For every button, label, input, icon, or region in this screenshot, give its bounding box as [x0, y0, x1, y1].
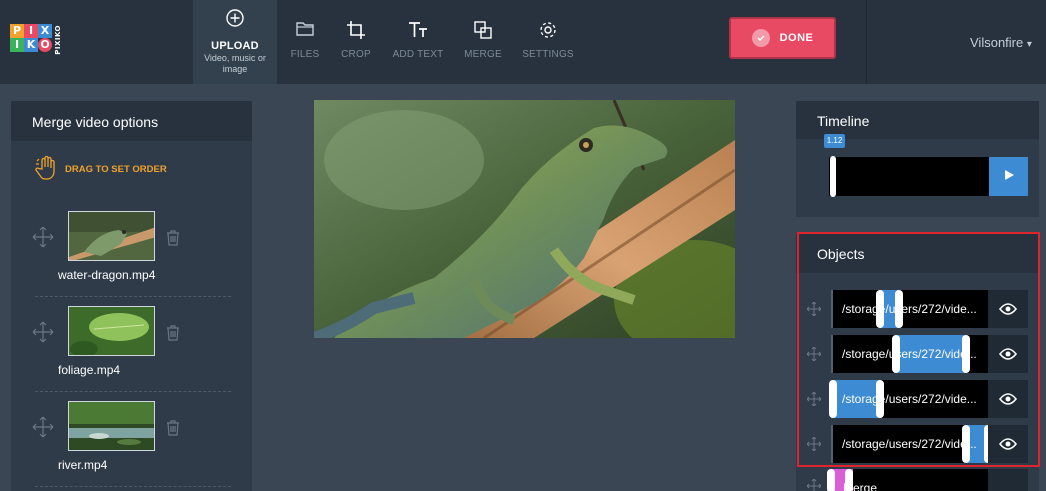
crop-icon — [346, 20, 366, 44]
done-label: DONE — [779, 32, 814, 44]
object-row[interactable]: /storage/users/272/vide... — [796, 380, 1039, 418]
tool-merge[interactable]: MERGE — [459, 0, 507, 84]
move-handle-icon[interactable] — [806, 301, 822, 321]
objects-panel: Objects /storage/users/272/vide... /stor… — [796, 234, 1039, 491]
logo-wordmark: PIXIKO — [54, 25, 62, 55]
play-icon — [1003, 168, 1015, 186]
plus-circle-icon — [225, 8, 245, 32]
file-name: foliage.mp4 — [58, 363, 121, 377]
object-path: /storage/users/272/vide... — [842, 347, 977, 361]
list-item[interactable]: foliage.mp4 — [11, 306, 252, 401]
tool-label: ADD TEXT — [392, 49, 444, 60]
check-icon — [751, 29, 770, 47]
merge-icon — [473, 20, 493, 44]
text-icon — [407, 20, 429, 44]
tool-sublabel: Video, music or image — [204, 53, 266, 74]
divider — [35, 296, 231, 297]
move-handle-icon[interactable] — [806, 478, 822, 491]
folder-icon — [295, 20, 315, 44]
move-handle-icon[interactable] — [32, 416, 54, 443]
tool-add-text[interactable]: ADD TEXT — [388, 0, 448, 84]
pixiko-logo[interactable]: P I X I K O PIXIKO — [10, 24, 66, 60]
tool-upload[interactable]: UPLOAD Video, music or image — [193, 0, 277, 84]
move-handle-icon[interactable] — [806, 346, 822, 366]
move-handle-icon[interactable] — [806, 391, 822, 411]
timeline-panel: Timeline 1.12 — [796, 101, 1039, 217]
move-handle-icon[interactable] — [32, 321, 54, 348]
divider — [35, 391, 231, 392]
hand-drag-icon — [35, 155, 59, 184]
eye-icon[interactable] — [988, 290, 1028, 328]
merge-options-panel: Merge video options DRAG TO SET ORDER wa… — [11, 101, 252, 491]
video-thumbnail — [68, 211, 155, 261]
tool-label: MERGE — [464, 49, 502, 60]
trash-icon[interactable] — [166, 420, 180, 441]
logo-cell: O — [38, 38, 52, 52]
video-thumbnail — [68, 401, 155, 451]
done-button[interactable]: DONE — [729, 17, 836, 59]
objects-title: Objects — [796, 234, 1039, 273]
user-name: Vilsonfire — [970, 35, 1024, 50]
timeline-position-badge: 1.12 — [824, 134, 845, 148]
list-item[interactable]: river.mp4 — [11, 401, 252, 491]
video-preview[interactable] — [314, 100, 735, 338]
logo-cell: K — [24, 38, 38, 52]
object-row[interactable]: /storage/users/272/vide... — [796, 425, 1039, 463]
eye-icon[interactable] — [988, 425, 1028, 463]
header-divider — [866, 0, 867, 84]
video-thumbnail — [68, 306, 155, 356]
user-menu[interactable]: Vilsonfire ▾ — [970, 35, 1032, 50]
segment-start-handle[interactable] — [829, 380, 837, 418]
divider — [35, 486, 231, 487]
tool-label: FILES — [290, 49, 320, 60]
tool-files[interactable]: FILES — [285, 0, 325, 84]
trash-icon[interactable] — [166, 230, 180, 251]
drag-hint-label: DRAG TO SET ORDER — [65, 164, 167, 175]
tool-settings[interactable]: SETTINGS — [522, 0, 574, 84]
drag-hint: DRAG TO SET ORDER — [35, 155, 167, 184]
chevron-down-icon: ▾ — [1026, 39, 1032, 50]
object-row[interactable]: /storage/users/272/vide... — [796, 290, 1039, 328]
tool-label: SETTINGS — [522, 49, 574, 60]
merge-label: Merge — [843, 481, 878, 491]
logo-cell: P — [10, 24, 24, 38]
file-name: river.mp4 — [58, 458, 108, 472]
gear-icon — [538, 20, 558, 44]
panel-title: Merge video options — [11, 101, 252, 141]
move-handle-icon[interactable] — [806, 436, 822, 456]
play-button[interactable] — [989, 157, 1028, 196]
object-row[interactable]: /storage/users/272/vide... — [796, 335, 1039, 373]
app-header: P I X I K O PIXIKO UPLOAD Video, music o… — [0, 0, 1046, 84]
object-path: /storage/users/272/vide... — [842, 437, 977, 451]
timeline-track[interactable] — [829, 157, 989, 196]
move-handle-icon[interactable] — [32, 226, 54, 253]
segment-start-handle[interactable] — [827, 469, 835, 491]
timeline-playhead[interactable] — [830, 156, 836, 197]
logo-cell: I — [10, 38, 24, 52]
logo-cell: I — [24, 24, 38, 38]
eye-icon[interactable] — [988, 469, 1028, 491]
trash-icon[interactable] — [166, 325, 180, 346]
object-path: /storage/users/272/vide... — [842, 302, 977, 316]
merge-object-row[interactable]: Merge — [796, 469, 1039, 491]
eye-icon[interactable] — [988, 380, 1028, 418]
list-item[interactable]: water-dragon.mp4 — [11, 211, 252, 306]
logo-cell: X — [38, 24, 52, 38]
merge-track[interactable]: Merge — [827, 469, 988, 491]
object-path: /storage/users/272/vide... — [842, 392, 977, 406]
file-name: water-dragon.mp4 — [58, 268, 156, 282]
eye-icon[interactable] — [988, 335, 1028, 373]
tool-label: CROP — [341, 49, 371, 60]
tool-crop[interactable]: CROP — [336, 0, 376, 84]
tool-label: UPLOAD — [211, 40, 259, 52]
